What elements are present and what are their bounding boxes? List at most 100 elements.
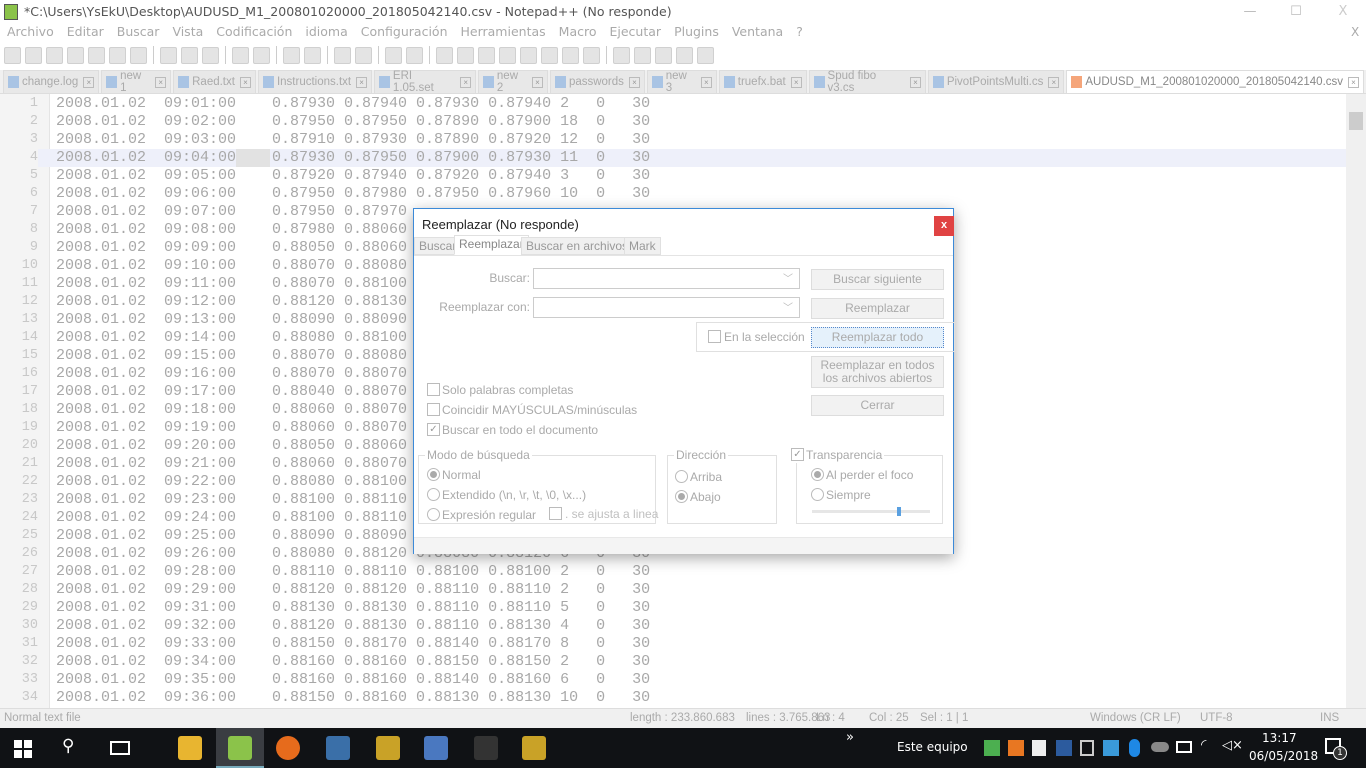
tab-close-icon[interactable]: × (356, 76, 368, 88)
tab-close-icon[interactable]: × (628, 76, 640, 88)
app-icon-trading-2[interactable] (522, 736, 546, 760)
tray-avg-icon[interactable] (984, 740, 1000, 756)
replace-icon[interactable] (304, 46, 321, 64)
transparency-radio-1[interactable] (811, 488, 824, 501)
tab-0[interactable]: change.log × (3, 70, 100, 93)
scrollbar-thumb[interactable] (1349, 112, 1363, 130)
tray-tablet-icon[interactable] (1080, 740, 1094, 756)
paste-icon[interactable] (202, 46, 219, 64)
tab-close-icon[interactable]: × (909, 76, 921, 88)
search-mode-radio-1[interactable] (427, 488, 440, 501)
search-mode-radio-0[interactable] (427, 468, 440, 481)
app-icon-trading[interactable] (376, 736, 400, 760)
replace-button[interactable]: Reemplazar (811, 298, 944, 319)
replace-combobox[interactable]: ﹀ (533, 297, 800, 318)
maximize-button[interactable]: ☐ (1273, 0, 1319, 24)
close-icon[interactable] (88, 46, 105, 64)
app-icon-computer[interactable] (424, 736, 448, 760)
tray-network-app-icon[interactable] (1056, 740, 1072, 756)
option-checkbox-1[interactable] (427, 403, 440, 416)
menu-6[interactable]: Configuración (361, 24, 448, 39)
dot-newline-checkbox[interactable] (549, 507, 562, 520)
menu-0[interactable]: Archivo (7, 24, 54, 39)
undo-icon[interactable] (232, 46, 249, 64)
tab-close-icon[interactable]: × (83, 76, 95, 88)
monitor-icon[interactable] (583, 46, 600, 64)
menu-2[interactable]: Buscar (117, 24, 160, 39)
direction-radio-0[interactable] (675, 470, 688, 483)
tab-7[interactable]: new 3 × (646, 70, 717, 94)
option-checkbox-2[interactable]: ✓ (427, 423, 440, 436)
search-mode-radio-2[interactable] (427, 508, 440, 521)
start-windows-icon[interactable] (14, 740, 32, 758)
tray-monitor-icon[interactable] (1103, 740, 1119, 756)
zoom-out-icon[interactable] (355, 46, 372, 64)
search-icon[interactable]: ⚲ (62, 736, 74, 756)
location-toolbar[interactable]: Este equipo (897, 740, 968, 754)
show-all-icon[interactable] (457, 46, 474, 64)
tab-close-icon[interactable]: × (700, 76, 712, 88)
tab-11[interactable]: AUDUSD_M1_200801020000_201805042140.csv × (1066, 70, 1365, 93)
folder-icon[interactable] (562, 46, 579, 64)
transparency-slider[interactable] (812, 507, 930, 516)
tab-close-icon[interactable]: × (1048, 76, 1060, 88)
replace-all-button[interactable]: Reemplazar todo (811, 327, 944, 348)
doc-map-icon[interactable] (520, 46, 537, 64)
tab-reemplazar[interactable]: Reemplazar (454, 235, 529, 255)
slider-thumb[interactable] (897, 507, 901, 516)
tab-close-icon[interactable]: × (239, 76, 251, 88)
find-combobox[interactable]: ﹀ (533, 268, 800, 289)
chevron-down-icon[interactable]: ﹀ (783, 299, 793, 314)
direction-radio-1[interactable] (675, 490, 688, 503)
cut-icon[interactable] (160, 46, 177, 64)
tab-5[interactable]: new 2 × (478, 70, 548, 94)
chevron-down-icon[interactable]: ﹀ (783, 270, 793, 285)
tab-3[interactable]: Instructions.txt × (257, 70, 373, 93)
menu-11[interactable]: Ventana (732, 24, 783, 39)
sync-v-icon[interactable] (385, 46, 402, 64)
transparency-checkbox[interactable]: ✓ (791, 448, 804, 461)
menu-5[interactable]: idioma (305, 24, 347, 39)
tab-close-icon[interactable]: × (460, 76, 472, 88)
cerrar-button[interactable]: Cerrar (811, 395, 944, 416)
app-icon-owl[interactable] (326, 736, 350, 760)
find-next-button[interactable]: Buscar siguiente (811, 269, 944, 290)
toolbar-chevron[interactable]: » (846, 730, 854, 745)
menu-4[interactable]: Codificación (216, 24, 292, 39)
clock-date[interactable]: 06/05/2018 (1249, 749, 1318, 763)
tab-2[interactable]: Raed.txt × (173, 70, 256, 93)
new-icon[interactable] (4, 46, 21, 64)
menu-12[interactable]: ? (796, 24, 803, 39)
record-macro-icon[interactable] (613, 46, 630, 64)
print-icon[interactable] (130, 46, 147, 64)
redo-icon[interactable] (253, 46, 270, 64)
task-view-icon[interactable] (110, 741, 130, 755)
open-icon[interactable] (25, 46, 42, 64)
minimize-button[interactable]: — (1227, 0, 1273, 24)
option-checkbox-0[interactable] (427, 383, 440, 396)
tab-buscar-en-archivos[interactable]: Buscar en archivos (521, 237, 634, 255)
wifi-icon[interactable]: ◜ (1201, 737, 1206, 753)
copy-icon[interactable] (181, 46, 198, 64)
menu-1[interactable]: Editar (67, 24, 104, 39)
lang-icon[interactable] (499, 46, 516, 64)
tab-close-icon[interactable]: × (532, 76, 543, 88)
tab-close-icon[interactable]: × (1348, 76, 1360, 88)
menu-3[interactable]: Vista (172, 24, 203, 39)
tray-app-icon[interactable] (1008, 740, 1024, 756)
app-icon-cat[interactable] (474, 736, 498, 760)
volume-muted-icon[interactable]: ◁× (1222, 738, 1243, 753)
transparency-radio-0[interactable] (811, 468, 824, 481)
tab-4[interactable]: ERI 1.05.set × (374, 70, 477, 94)
close-document-button[interactable]: X (1351, 25, 1359, 39)
onedrive-icon[interactable] (1151, 742, 1169, 752)
stop-macro-icon[interactable] (634, 46, 651, 64)
menu-7[interactable]: Herramientas (461, 24, 546, 39)
zoom-in-icon[interactable] (334, 46, 351, 64)
taskbar-notepadpp[interactable] (216, 728, 264, 768)
menu-8[interactable]: Macro (559, 24, 597, 39)
vertical-scrollbar[interactable] (1346, 94, 1366, 708)
tab-1[interactable]: new 1 × (101, 70, 172, 94)
tab-8[interactable]: truefx.bat × (718, 70, 807, 93)
indent-guide-icon[interactable] (478, 46, 495, 64)
